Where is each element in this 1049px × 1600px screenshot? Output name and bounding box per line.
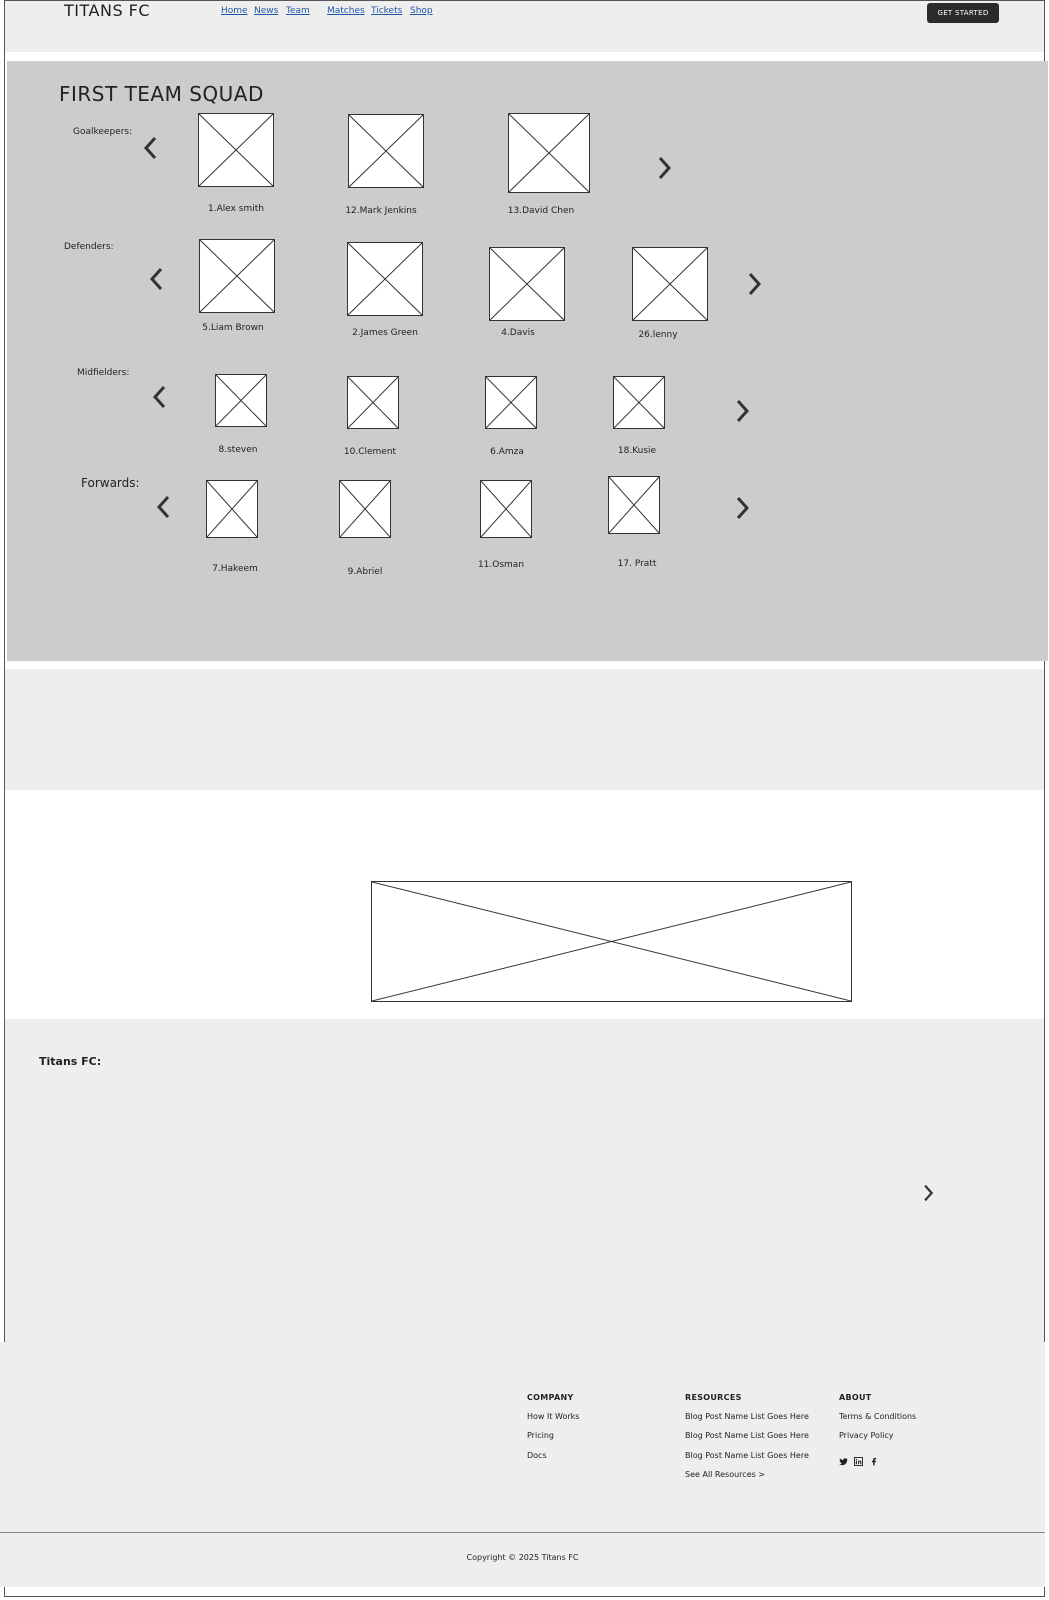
- goalkeepers-next-arrow-icon[interactable]: [653, 153, 675, 183]
- forwards-prev-arrow-icon[interactable]: [153, 492, 175, 522]
- banner-image-placeholder: [371, 881, 852, 1002]
- player-name: 11.Osman: [477, 560, 525, 570]
- player-photo-placeholder: [206, 480, 258, 538]
- nav-team[interactable]: Team: [286, 6, 310, 16]
- player-name: 2.James Green: [352, 328, 418, 338]
- defenders-prev-arrow-icon[interactable]: [146, 264, 168, 294]
- brand-logo[interactable]: TITANS FC: [64, 1, 150, 20]
- footer-link[interactable]: How It Works: [527, 1412, 579, 1421]
- footer-see-all-link[interactable]: See All Resources >: [685, 1470, 765, 1479]
- forwards-label: Forwards:: [81, 476, 140, 490]
- defenders-next-arrow-icon[interactable]: [743, 269, 765, 299]
- nav-tickets[interactable]: Tickets: [371, 6, 402, 16]
- twitter-icon[interactable]: [839, 1451, 848, 1466]
- forwards-next-arrow-icon[interactable]: [731, 493, 753, 523]
- player-photo-placeholder: [508, 113, 590, 193]
- site-header: [5, 1, 1044, 52]
- player-photo-placeholder: [485, 376, 537, 429]
- footer-about-heading: ABOUT: [839, 1393, 872, 1402]
- social-icons: [839, 1451, 878, 1466]
- defenders-label: Defenders:: [64, 242, 114, 252]
- footer-link[interactable]: Blog Post Name List Goes Here: [685, 1412, 809, 1421]
- player-photo-placeholder: [347, 376, 399, 429]
- midfielders-label: Midfielders:: [77, 368, 130, 378]
- player-photo-placeholder: [347, 242, 423, 316]
- player-name: 12.Mark Jenkins: [345, 206, 417, 216]
- footer-link[interactable]: Blog Post Name List Goes Here: [685, 1431, 809, 1440]
- club-next-arrow-icon[interactable]: [919, 1182, 937, 1204]
- player-photo-placeholder: [613, 376, 665, 429]
- player-name: 26.lenny: [638, 330, 678, 340]
- player-name: 17. Pratt: [617, 559, 657, 569]
- footer-company-heading: COMPANY: [527, 1393, 574, 1402]
- footer-link[interactable]: Pricing: [527, 1431, 554, 1440]
- player-photo-placeholder: [198, 113, 274, 187]
- player-name: 10.Clement: [343, 447, 397, 457]
- player-name: 18.Kusie: [617, 446, 657, 456]
- squad-title: FIRST TEAM SQUAD: [59, 82, 264, 106]
- copyright-text: Copyright © 2025 Titans FC: [466, 1553, 579, 1562]
- player-photo-placeholder: [339, 480, 391, 538]
- player-name: 13.David Chen: [507, 206, 575, 216]
- linkedin-icon[interactable]: [854, 1451, 863, 1466]
- player-photo-placeholder: [480, 480, 532, 538]
- nav-shop[interactable]: Shop: [410, 6, 433, 16]
- player-name: 9.Abriel: [347, 567, 383, 577]
- player-name: 8.steven: [218, 445, 258, 455]
- club-section-title: Titans FC:: [39, 1055, 102, 1068]
- player-name: 7.Hakeem: [212, 564, 258, 574]
- empty-band-section: [5, 669, 1044, 790]
- goalkeepers-prev-arrow-icon[interactable]: [140, 133, 162, 163]
- player-photo-placeholder: [608, 476, 660, 534]
- midfielders-prev-arrow-icon[interactable]: [149, 382, 171, 412]
- get-started-button[interactable]: GET STARTED: [927, 3, 999, 23]
- nav-matches[interactable]: Matches: [327, 6, 365, 16]
- facebook-icon[interactable]: [869, 1451, 878, 1466]
- player-name: 1.Alex smith: [208, 204, 264, 214]
- player-photo-placeholder: [348, 114, 424, 188]
- footer-link[interactable]: Blog Post Name List Goes Here: [685, 1451, 809, 1460]
- player-photo-placeholder: [199, 239, 275, 313]
- player-name: 6.Amza: [490, 447, 524, 457]
- nav-news[interactable]: News: [254, 6, 278, 16]
- player-name: 5.Liam Brown: [202, 323, 264, 333]
- player-photo-placeholder: [489, 247, 565, 321]
- footer-link[interactable]: Docs: [527, 1451, 547, 1460]
- player-name: 4.Davis: [501, 328, 535, 338]
- midfielders-next-arrow-icon[interactable]: [731, 396, 753, 426]
- nav-home[interactable]: Home: [221, 6, 248, 16]
- player-photo-placeholder: [632, 247, 708, 321]
- goalkeepers-label: Goalkeepers:: [73, 127, 133, 137]
- footer-resources-heading: RESOURCES: [685, 1393, 742, 1402]
- player-photo-placeholder: [215, 374, 267, 427]
- footer-link[interactable]: Privacy Policy: [839, 1431, 894, 1440]
- club-section: [5, 1019, 1044, 1342]
- footer-link[interactable]: Terms & Conditions: [839, 1412, 916, 1421]
